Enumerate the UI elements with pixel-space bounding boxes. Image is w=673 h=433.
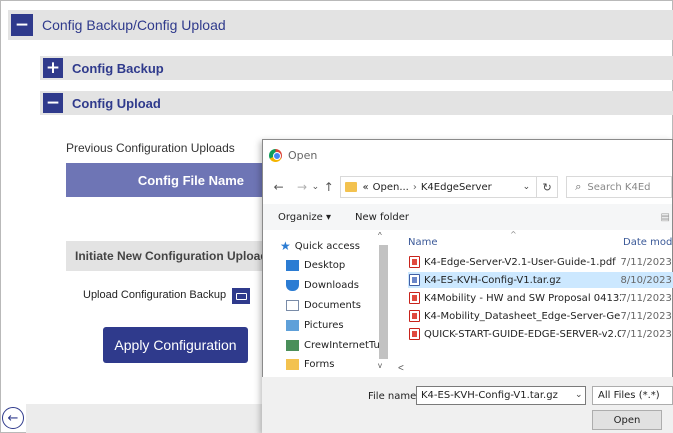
file-row[interactable]: K4-ES-KVH-Config-V1.tar.gz 8/10/2023 1 bbox=[408, 272, 673, 288]
file-name: K4Mobility - HW and SW Proposal 04132... bbox=[424, 292, 621, 304]
horizontal-scrollbar[interactable]: < bbox=[392, 363, 673, 375]
file-date: 7/11/2023 6 bbox=[620, 310, 673, 322]
nav-item-downloads[interactable]: Downloads ✦ bbox=[286, 276, 386, 294]
config-upload-header[interactable]: − Config Upload bbox=[40, 91, 673, 115]
sort-ascending-icon: ^ bbox=[510, 230, 517, 239]
nav-label: Quick access bbox=[294, 240, 360, 252]
nav-item-documents[interactable]: Documents ✦ bbox=[286, 296, 386, 314]
nav-pane-scrollbar[interactable]: ^ v bbox=[378, 231, 390, 371]
archive-file-icon bbox=[409, 274, 420, 286]
expand-icon[interactable]: + bbox=[43, 58, 63, 78]
upload-folder-button[interactable] bbox=[232, 288, 250, 304]
collapse-icon[interactable]: − bbox=[11, 14, 33, 36]
upload-backup-label: Upload Configuration Backup bbox=[83, 289, 227, 301]
file-row[interactable]: K4-Mobility_Datasheet_Edge-Server-Gen...… bbox=[408, 308, 673, 324]
section-title: Config Backup/Config Upload bbox=[42, 17, 226, 33]
file-date: 7/11/2023 6 bbox=[620, 328, 673, 340]
nav-item-crewinternettut[interactable]: CrewInternetTut bbox=[286, 336, 386, 354]
nav-item-pictures[interactable]: Pictures ✦ bbox=[286, 316, 386, 334]
scroll-left-icon[interactable]: < bbox=[398, 363, 404, 374]
open-button[interactable]: Open bbox=[592, 410, 662, 430]
file-date: 8/10/2023 1 bbox=[620, 274, 673, 286]
file-type-select[interactable]: All Files (*.*) bbox=[592, 386, 673, 405]
nav-item-desktop[interactable]: Desktop ✦ bbox=[286, 256, 386, 274]
nav-label: CrewInternetTut bbox=[304, 339, 384, 351]
nav-label: Downloads bbox=[304, 279, 359, 291]
download-icon bbox=[286, 279, 299, 291]
folder-icon bbox=[235, 292, 247, 300]
document-icon bbox=[286, 299, 299, 311]
config-upload-title: Config Upload bbox=[72, 95, 161, 111]
nav-quick-access[interactable]: ★ Quick access bbox=[280, 237, 380, 255]
pdf-file-icon bbox=[409, 328, 420, 340]
initiate-upload-header: Initiate New Configuration Upload bbox=[66, 241, 266, 271]
star-icon: ★ bbox=[280, 239, 291, 253]
config-backup-title: Config Backup bbox=[72, 60, 164, 76]
pdf-file-icon bbox=[409, 292, 420, 304]
file-name: K4-ES-KVH-Config-V1.tar.gz bbox=[424, 274, 561, 286]
chevron-down-icon[interactable]: ⌄ bbox=[575, 390, 583, 400]
nav-label: Desktop bbox=[304, 259, 346, 271]
scroll-down-icon[interactable]: v bbox=[378, 361, 382, 370]
config-backup-header[interactable]: + Config Backup bbox=[40, 56, 673, 80]
config-file-name-column-header: Config File Name bbox=[66, 163, 266, 197]
back-arrow-icon[interactable]: ← bbox=[2, 407, 24, 429]
file-name: QUICK-START-GUIDE-EDGE-SERVER-v2.0-... bbox=[424, 328, 621, 340]
dialog-content: ★ Quick access Desktop ✦ Downloads ✦ Doc… bbox=[262, 139, 673, 433]
file-name: K4-Edge-Server-V2.1-User-Guide-1.pdf bbox=[424, 256, 616, 268]
file-name-input[interactable] bbox=[416, 386, 586, 405]
config-backup-upload-header[interactable]: − Config Backup/Config Upload bbox=[8, 10, 673, 40]
dialog-footer: File name: ⌄ All Files (*.*) Open bbox=[262, 377, 673, 433]
file-list: Name ^ Date modif K4-Edge-Server-V2.1-Us… bbox=[408, 230, 673, 365]
column-header-date-modified[interactable]: Date modif bbox=[623, 237, 673, 248]
nav-label: Forms bbox=[304, 358, 335, 370]
file-date: 7/11/2023 6 bbox=[620, 292, 673, 304]
pdf-file-icon bbox=[409, 256, 420, 268]
file-row[interactable]: QUICK-START-GUIDE-EDGE-SERVER-v2.0-... 7/… bbox=[408, 326, 673, 342]
pdf-file-icon bbox=[409, 310, 420, 322]
file-date: 7/11/2023 6 bbox=[620, 256, 673, 268]
apply-configuration-button[interactable]: Apply Configuration bbox=[103, 327, 248, 363]
previous-uploads-label: Previous Configuration Uploads bbox=[66, 141, 235, 155]
folder-icon bbox=[286, 339, 299, 351]
column-header-name[interactable]: Name bbox=[408, 237, 438, 248]
nav-label: Pictures bbox=[304, 319, 344, 331]
pictures-icon bbox=[286, 319, 299, 331]
navigation-pane: ★ Quick access Desktop ✦ Downloads ✦ Doc… bbox=[270, 231, 392, 371]
file-name: K4-Mobility_Datasheet_Edge-Server-Gen... bbox=[424, 310, 621, 322]
desktop-icon bbox=[286, 259, 299, 271]
folder-icon bbox=[286, 358, 299, 370]
scrollbar-thumb[interactable] bbox=[379, 245, 388, 359]
scroll-up-icon[interactable]: ^ bbox=[378, 231, 382, 240]
file-row[interactable]: K4Mobility - HW and SW Proposal 04132...… bbox=[408, 290, 673, 306]
file-name-label: File name: bbox=[368, 391, 420, 402]
nav-item-forms[interactable]: Forms bbox=[286, 355, 386, 373]
file-row[interactable]: K4-Edge-Server-V2.1-User-Guide-1.pdf 7/11… bbox=[408, 254, 673, 270]
collapse-icon[interactable]: − bbox=[43, 93, 63, 113]
nav-label: Documents bbox=[304, 299, 362, 311]
